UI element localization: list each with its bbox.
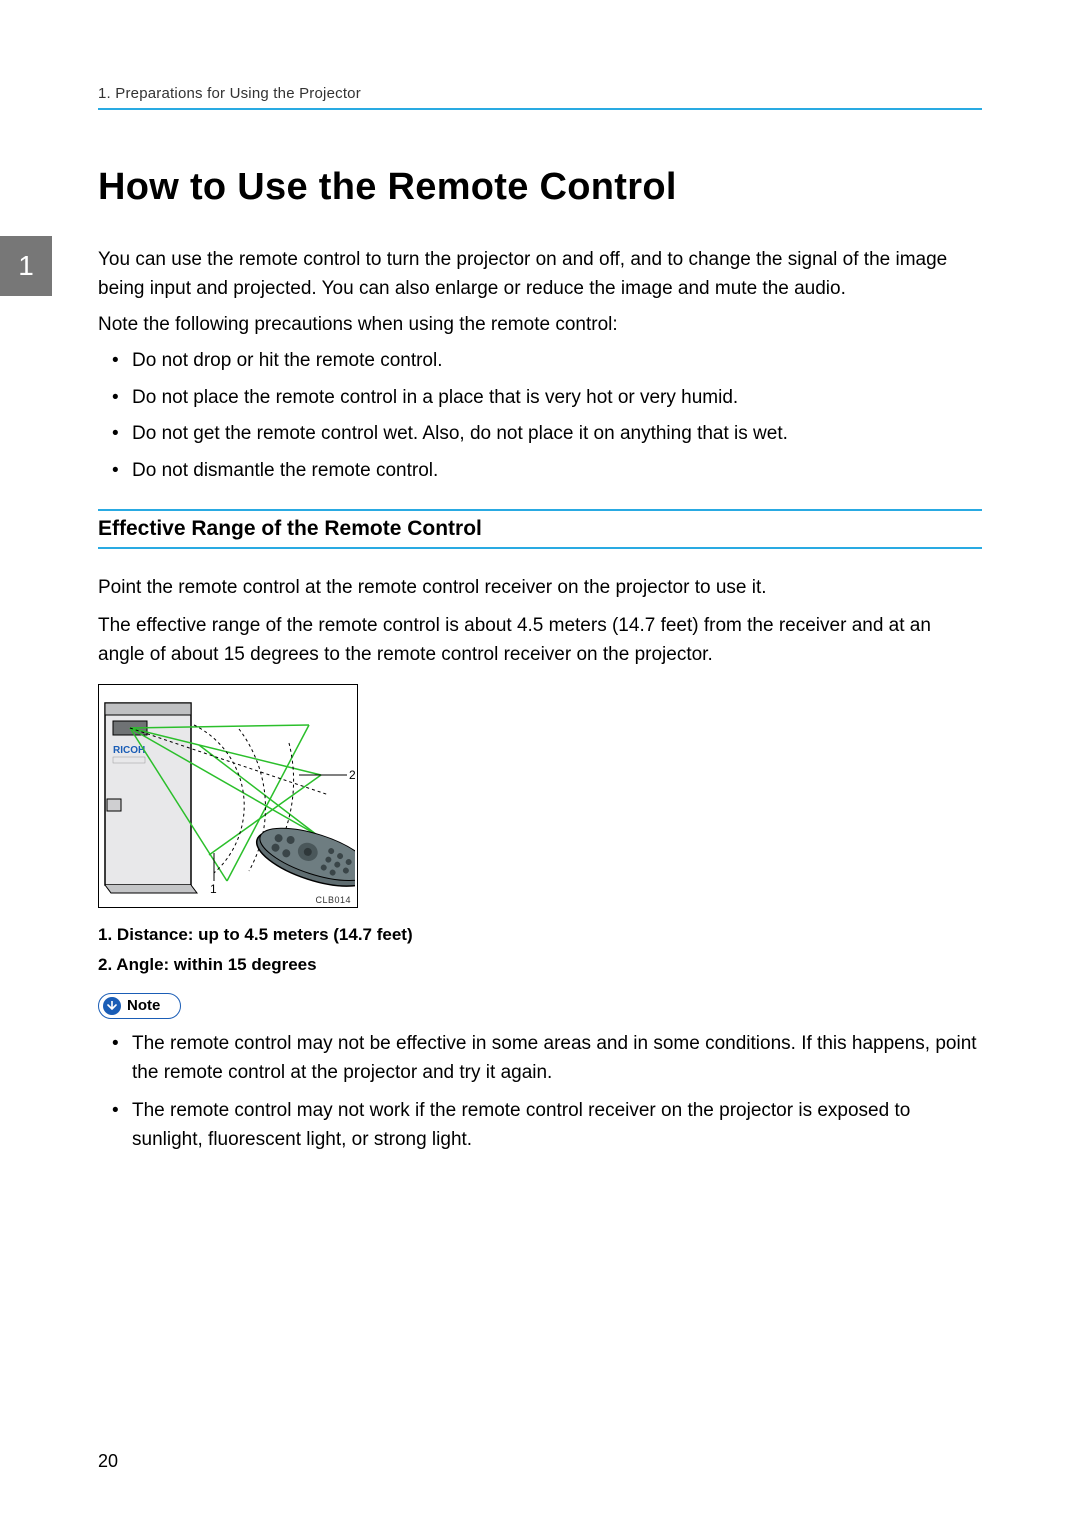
list-item: The remote control may not be effective … <box>132 1029 982 1088</box>
page-number: 20 <box>98 1451 118 1472</box>
intro-paragraph-2: Note the following precautions when usin… <box>98 310 982 339</box>
note-label: Note <box>127 997 160 1014</box>
section-paragraph-2: The effective range of the remote contro… <box>98 611 982 670</box>
list-item: Do not place the remote control in a pla… <box>132 384 982 413</box>
note-list: The remote control may not be effective … <box>98 1029 982 1155</box>
section-divider-bottom <box>98 547 982 549</box>
range-diagram: RICOH 2 <box>98 684 358 908</box>
brand-text: RICOH <box>113 745 145 756</box>
precautions-list: Do not drop or hit the remote control. D… <box>98 347 982 485</box>
diagram-label-2: 2 <box>349 768 355 782</box>
list-item: The remote control may not work if the r… <box>132 1096 982 1155</box>
list-item: Angle: within 15 degrees <box>98 950 982 981</box>
list-item: Do not drop or hit the remote control. <box>132 347 982 376</box>
diagram-label-1: 1 <box>210 882 217 896</box>
header-divider <box>98 108 982 110</box>
section-paragraph-1: Point the remote control at the remote c… <box>98 573 982 602</box>
breadcrumb: 1. Preparations for Using the Projector <box>98 85 982 102</box>
diagram-code: CLB014 <box>315 895 351 905</box>
down-arrow-icon <box>103 997 121 1015</box>
section-heading: Effective Range of the Remote Control <box>98 517 982 541</box>
page-content: 1. Preparations for Using the Projector … <box>0 0 1080 1155</box>
list-item: Do not get the remote control wet. Also,… <box>132 420 982 449</box>
page-title: How to Use the Remote Control <box>98 166 982 209</box>
list-item: Do not dismantle the remote control. <box>132 457 982 486</box>
list-item: Distance: up to 4.5 meters (14.7 feet) <box>98 920 982 951</box>
section-divider-top <box>98 509 982 511</box>
intro-paragraph-1: You can use the remote control to turn t… <box>98 245 982 304</box>
range-spec-list: Distance: up to 4.5 meters (14.7 feet) A… <box>98 920 982 981</box>
note-badge: Note <box>98 993 181 1019</box>
